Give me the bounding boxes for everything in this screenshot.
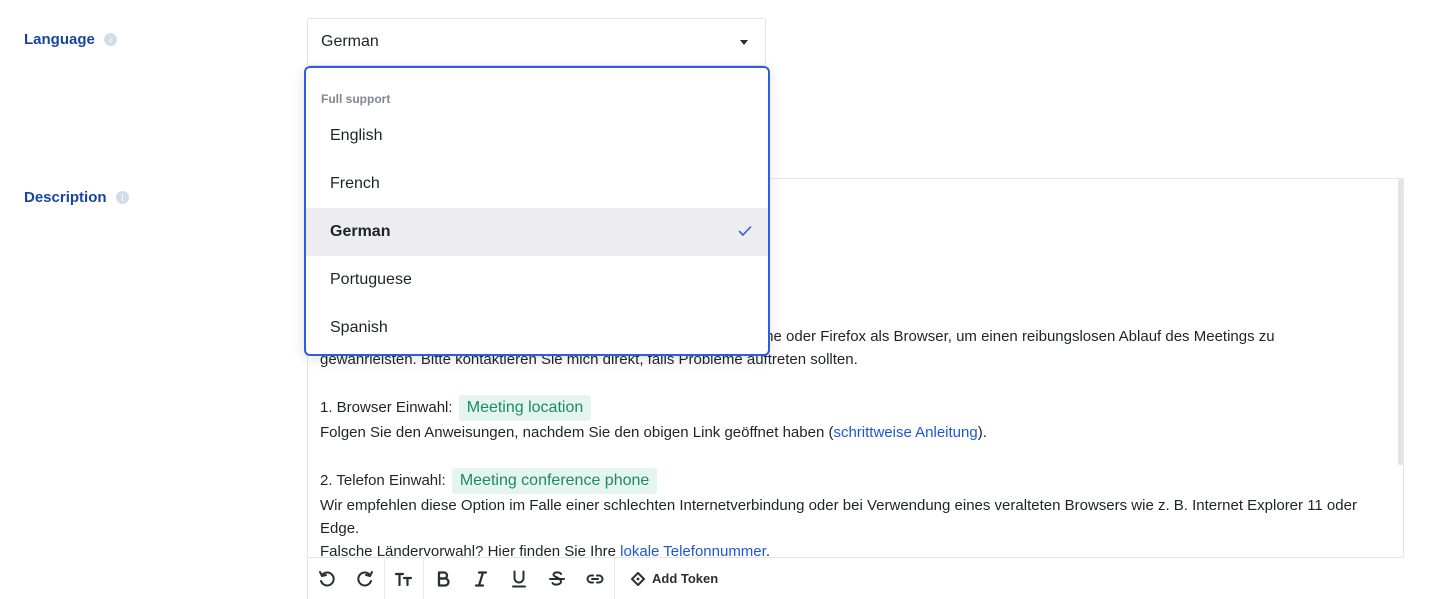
text-size-button[interactable] (385, 558, 423, 599)
strikethrough-button[interactable] (538, 558, 576, 599)
phone-dial-in-line: 2. Telefon Einwahl: Meeting conference p… (320, 468, 1390, 494)
browser-instructions-line: Folgen Sie den Anweisungen, nachdem Sie … (320, 421, 1390, 444)
undo-button[interactable] (308, 558, 346, 599)
size-group (385, 558, 424, 599)
bold-button[interactable] (424, 558, 462, 599)
option-spanish[interactable]: Spanish (306, 304, 768, 352)
option-label: Portuguese (330, 271, 412, 288)
undo-icon (319, 570, 335, 586)
info-icon[interactable] (115, 191, 129, 204)
language-select-value: German (321, 33, 379, 50)
meeting-location-token[interactable]: Meeting location (458, 395, 592, 421)
chevron-down-icon (740, 40, 748, 45)
bold-icon (437, 570, 450, 587)
option-portuguese[interactable]: Portuguese (306, 256, 768, 304)
info-icon[interactable] (103, 33, 117, 46)
option-english[interactable]: English (306, 112, 768, 160)
option-label: Spanish (330, 319, 388, 336)
description-label-text: Description (24, 189, 107, 206)
strikethrough-icon (549, 570, 565, 586)
italic-button[interactable] (462, 558, 500, 599)
browser-dial-in-line: 1. Browser Einwahl: Meeting location (320, 395, 1390, 421)
phone-recommend-line: Wir empfehlen diese Option im Falle eine… (320, 497, 1357, 514)
italic-icon (474, 570, 488, 587)
option-label: French (330, 175, 380, 192)
language-label-text: Language (24, 31, 95, 48)
add-token-button[interactable]: Add Token (615, 558, 718, 599)
option-label: German (330, 223, 391, 240)
browser-instructions-text: Folgen Sie den Anweisungen, nachdem Sie … (320, 424, 834, 441)
link-icon (586, 574, 604, 583)
language-label: Language (24, 31, 117, 48)
browser-dial-in-prefix: 1. Browser Einwahl: (320, 399, 453, 416)
phone-dial-in-prefix: 2. Telefon Einwahl: (320, 472, 446, 489)
link-button[interactable] (576, 558, 614, 599)
redo-button[interactable] (346, 558, 384, 599)
format-group (424, 558, 615, 599)
underline-button[interactable] (500, 558, 538, 599)
text-size-icon (394, 572, 413, 586)
add-token-label: Add Token (652, 571, 719, 586)
token-icon (631, 571, 645, 586)
editor-toolbar: Add Token (308, 557, 1404, 599)
underline-icon (512, 570, 526, 587)
check-icon (738, 226, 752, 236)
history-group (308, 558, 385, 599)
option-french[interactable]: French (306, 160, 768, 208)
editor-content[interactable]: me oder Firefox als Browser, um einen re… (320, 325, 1390, 563)
editor-scrollbar[interactable] (1398, 179, 1403, 465)
language-select[interactable]: German (307, 18, 766, 66)
dropdown-group-label: Full support (321, 92, 391, 106)
option-german[interactable]: German (306, 208, 768, 256)
step-by-step-link[interactable]: schrittweise Anleitung (833, 424, 977, 441)
dropdown-options: English French German Portuguese Spanish (306, 112, 768, 352)
meeting-conference-phone-token[interactable]: Meeting conference phone (451, 468, 658, 494)
description-label: Description (24, 189, 129, 206)
page: Language German Description me oder Fire… (0, 0, 1440, 599)
browser-instructions-end: ). (977, 424, 987, 441)
option-label: English (330, 127, 383, 144)
language-dropdown[interactable]: Full support English French German Portu… (304, 66, 770, 356)
phone-recommend-line-end: Edge. (320, 520, 360, 537)
redo-icon (357, 570, 373, 586)
